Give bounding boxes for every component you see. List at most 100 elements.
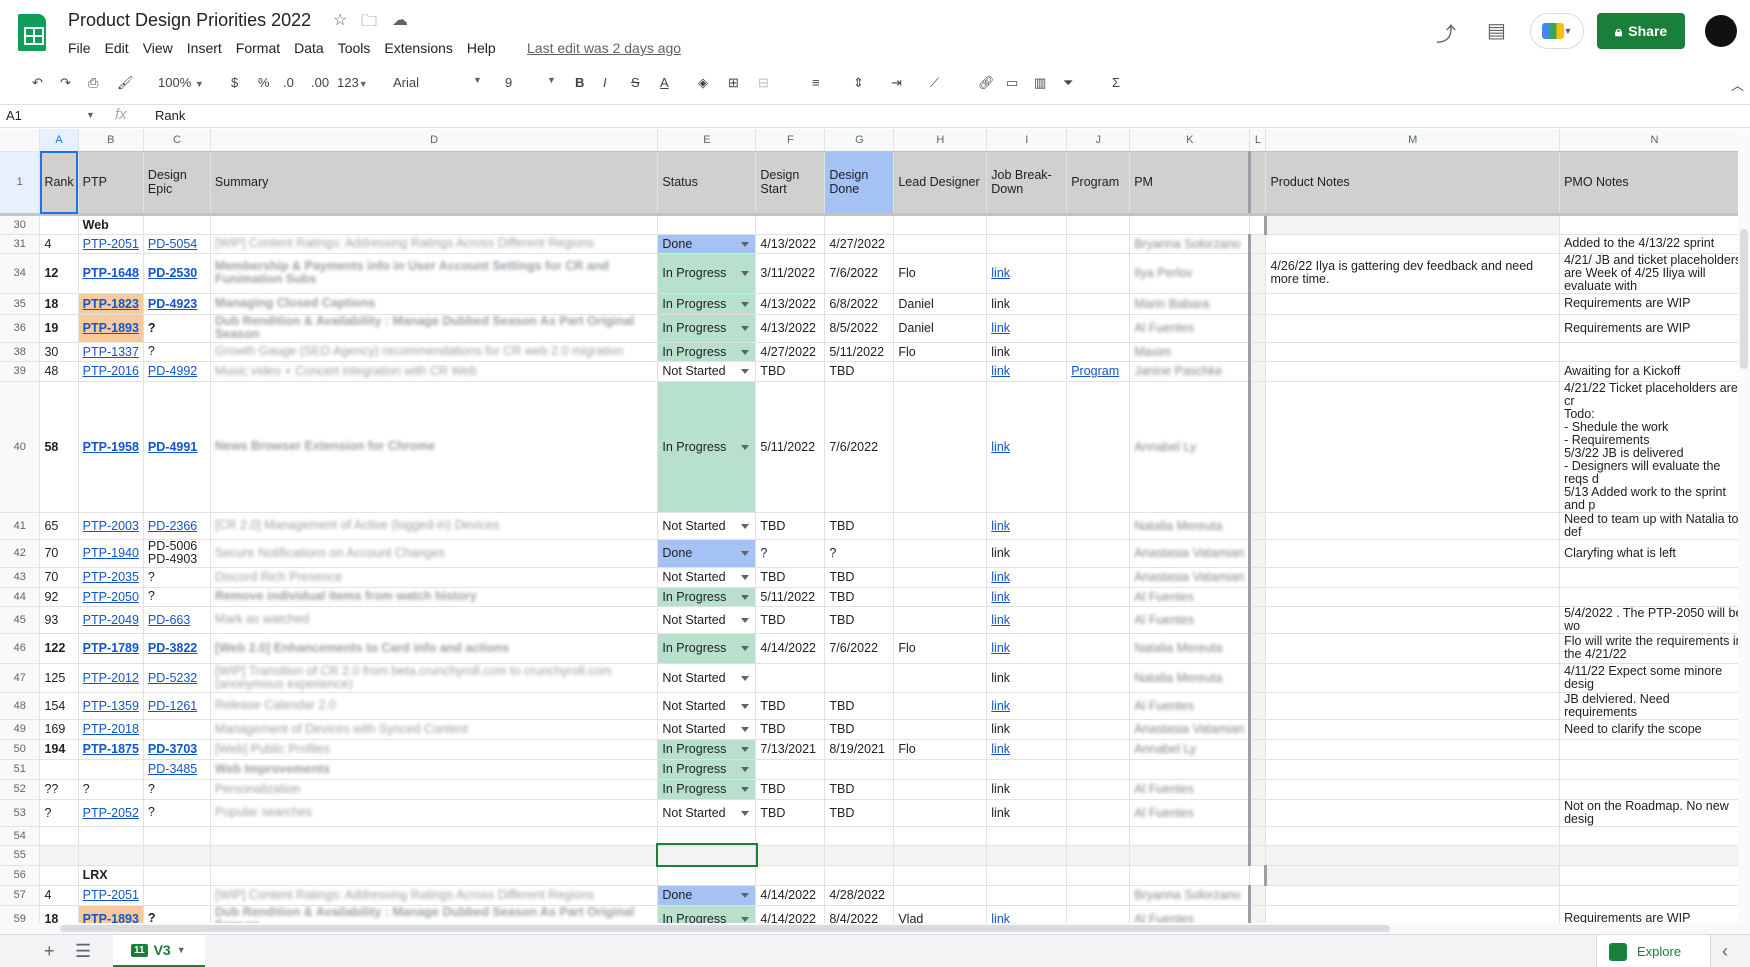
cell-rank[interactable]: 169 — [39, 719, 79, 740]
cell-pmo-notes[interactable] — [1559, 567, 1750, 588]
column-header[interactable]: B — [78, 129, 144, 152]
cell-l[interactable] — [1249, 759, 1267, 780]
bold-icon[interactable]: B — [575, 75, 584, 90]
cell-design-epic[interactable]: PD-2530 — [143, 253, 211, 294]
cell-summary[interactable]: Growth Gauge (SEO Agency) recommendation… — [210, 342, 659, 362]
cell[interactable] — [824, 214, 895, 235]
column-header[interactable]: M — [1265, 129, 1561, 152]
cell[interactable] — [755, 845, 826, 866]
activity-trend-icon[interactable]: ⤴ — [1436, 18, 1456, 47]
cell-program-link[interactable] — [1066, 759, 1131, 780]
cell[interactable] — [39, 826, 79, 846]
cell-design-epic[interactable]: ? — [143, 342, 211, 362]
cell-product-notes[interactable] — [1265, 719, 1561, 740]
cell[interactable] — [893, 826, 988, 846]
status-dropdown[interactable]: Not Started — [657, 692, 757, 720]
cell-product-notes[interactable] — [1265, 293, 1561, 315]
cell-ptp-link[interactable]: PTP-2052 — [78, 799, 144, 827]
cell-lead-designer[interactable]: Daniel — [893, 314, 988, 343]
cell-l[interactable] — [1249, 314, 1267, 343]
cell[interactable] — [210, 865, 659, 886]
cell-pm[interactable]: Al Fuentes — [1129, 314, 1252, 343]
row-number[interactable]: 54 — [0, 826, 41, 846]
select-all-corner[interactable] — [0, 129, 41, 152]
column-header[interactable]: K — [1129, 129, 1251, 152]
cell-design-done[interactable]: 7/6/2022 — [824, 381, 895, 513]
cell-product-notes[interactable] — [1265, 342, 1561, 362]
cell-summary[interactable]: Secure Notifications on Account Changes — [210, 539, 659, 568]
cell-product-notes[interactable] — [1265, 512, 1561, 540]
header-cell-design-done[interactable]: Design Done — [824, 151, 895, 216]
cell-pm[interactable]: Anastasia Vatamian — [1129, 567, 1252, 588]
increase-decimal-button[interactable]: .00 — [311, 75, 329, 90]
cell-summary[interactable]: Membership & Payments info in User Accou… — [210, 253, 659, 294]
header-cell-pm[interactable]: PM — [1129, 151, 1252, 216]
cell-lead-designer[interactable] — [893, 779, 988, 800]
cell[interactable] — [143, 845, 211, 866]
cell-design-start[interactable]: TBD — [755, 719, 826, 740]
cell-design-epic[interactable]: PD-2366 — [143, 512, 211, 540]
cell-product-notes[interactable]: 4/26/22 Ilya is gattering dev feedback a… — [1265, 253, 1561, 294]
cell-design-epic[interactable]: PD-5054 — [143, 234, 211, 254]
row-number[interactable]: 48 — [0, 692, 41, 720]
cell-pmo-notes[interactable]: Requirements are WIP — [1559, 905, 1750, 923]
cell-ptp-link[interactable]: PTP-1893 — [78, 314, 144, 343]
menu-data[interactable]: Data — [294, 40, 324, 56]
menu-format[interactable]: Format — [236, 40, 280, 56]
cell-job-breakdown-link[interactable]: link — [986, 587, 1068, 607]
cell[interactable] — [824, 865, 895, 886]
cell[interactable] — [1559, 214, 1750, 235]
cell[interactable] — [1249, 826, 1267, 846]
menu-tools[interactable]: Tools — [338, 40, 371, 56]
italic-icon[interactable]: I — [603, 75, 607, 90]
cell-rank[interactable]: 70 — [39, 539, 79, 568]
cell[interactable] — [986, 826, 1068, 846]
cell-design-start[interactable]: TBD — [755, 567, 826, 588]
cell-summary[interactable]: [WIP] Content Ratings: Addressing Rating… — [210, 234, 659, 254]
cell-pm[interactable]: Annabel Ly — [1129, 739, 1252, 760]
cell-pm[interactable]: Ilya Perlov — [1129, 253, 1252, 294]
status-dropdown[interactable]: In Progress — [657, 633, 757, 664]
cell-ptp-link[interactable]: ? — [78, 779, 144, 800]
cell-lead-designer[interactable] — [893, 606, 988, 634]
horizontal-align-icon[interactable]: ≡ — [812, 75, 820, 90]
row-number[interactable]: 42 — [0, 539, 41, 568]
cell-lead-designer[interactable] — [893, 692, 988, 720]
cell-summary[interactable]: [WIP] Transition of CR 2.0 from beta.cru… — [210, 663, 659, 693]
row-number[interactable]: 43 — [0, 567, 41, 588]
cell-lead-designer[interactable] — [893, 587, 988, 607]
print-icon[interactable]: ⎙ — [88, 75, 98, 91]
cell-product-notes[interactable] — [1265, 587, 1561, 607]
cell[interactable] — [893, 845, 988, 866]
row-number[interactable]: 30 — [0, 214, 41, 235]
cell-rank[interactable]: ?? — [39, 779, 79, 800]
cell-lead-designer[interactable] — [893, 759, 988, 780]
cell[interactable] — [893, 214, 988, 235]
cell-summary[interactable]: Music video + Concert integration with C… — [210, 361, 659, 382]
account-avatar[interactable] — [1705, 15, 1737, 47]
horizontal-scrollbar[interactable] — [0, 923, 1750, 934]
cell-summary[interactable]: Web Improvements — [210, 759, 659, 780]
meet-button[interactable]: ▼ — [1530, 13, 1584, 49]
cell-product-notes[interactable] — [1265, 692, 1561, 720]
cell-job-breakdown-link[interactable]: link — [986, 381, 1068, 513]
cell-ptp-link[interactable] — [78, 759, 144, 780]
cell-design-done[interactable]: 8/19/2021 — [824, 739, 895, 760]
cell-job-breakdown-link[interactable]: link — [986, 739, 1068, 760]
column-header[interactable]: A — [39, 129, 79, 152]
cell-product-notes[interactable] — [1265, 885, 1561, 906]
cell-product-notes[interactable] — [1265, 799, 1561, 827]
cell-job-breakdown-link[interactable]: link — [986, 253, 1068, 294]
cell-pm[interactable]: Al Fuentes — [1129, 779, 1252, 800]
document-title[interactable]: Product Design Priorities 2022 — [68, 10, 311, 31]
column-header[interactable]: L — [1249, 129, 1267, 152]
row-number[interactable]: 1 — [0, 151, 41, 216]
row-number[interactable]: 34 — [0, 253, 41, 294]
cell-rank[interactable]: 18 — [39, 905, 79, 923]
cell[interactable] — [1129, 214, 1251, 235]
cell-design-done[interactable]: 8/5/2022 — [824, 314, 895, 343]
cell[interactable] — [824, 845, 895, 866]
status-dropdown[interactable]: In Progress — [657, 253, 757, 294]
more-formats-select[interactable]: 123▼ — [337, 75, 368, 90]
cell-l[interactable] — [1249, 293, 1267, 315]
